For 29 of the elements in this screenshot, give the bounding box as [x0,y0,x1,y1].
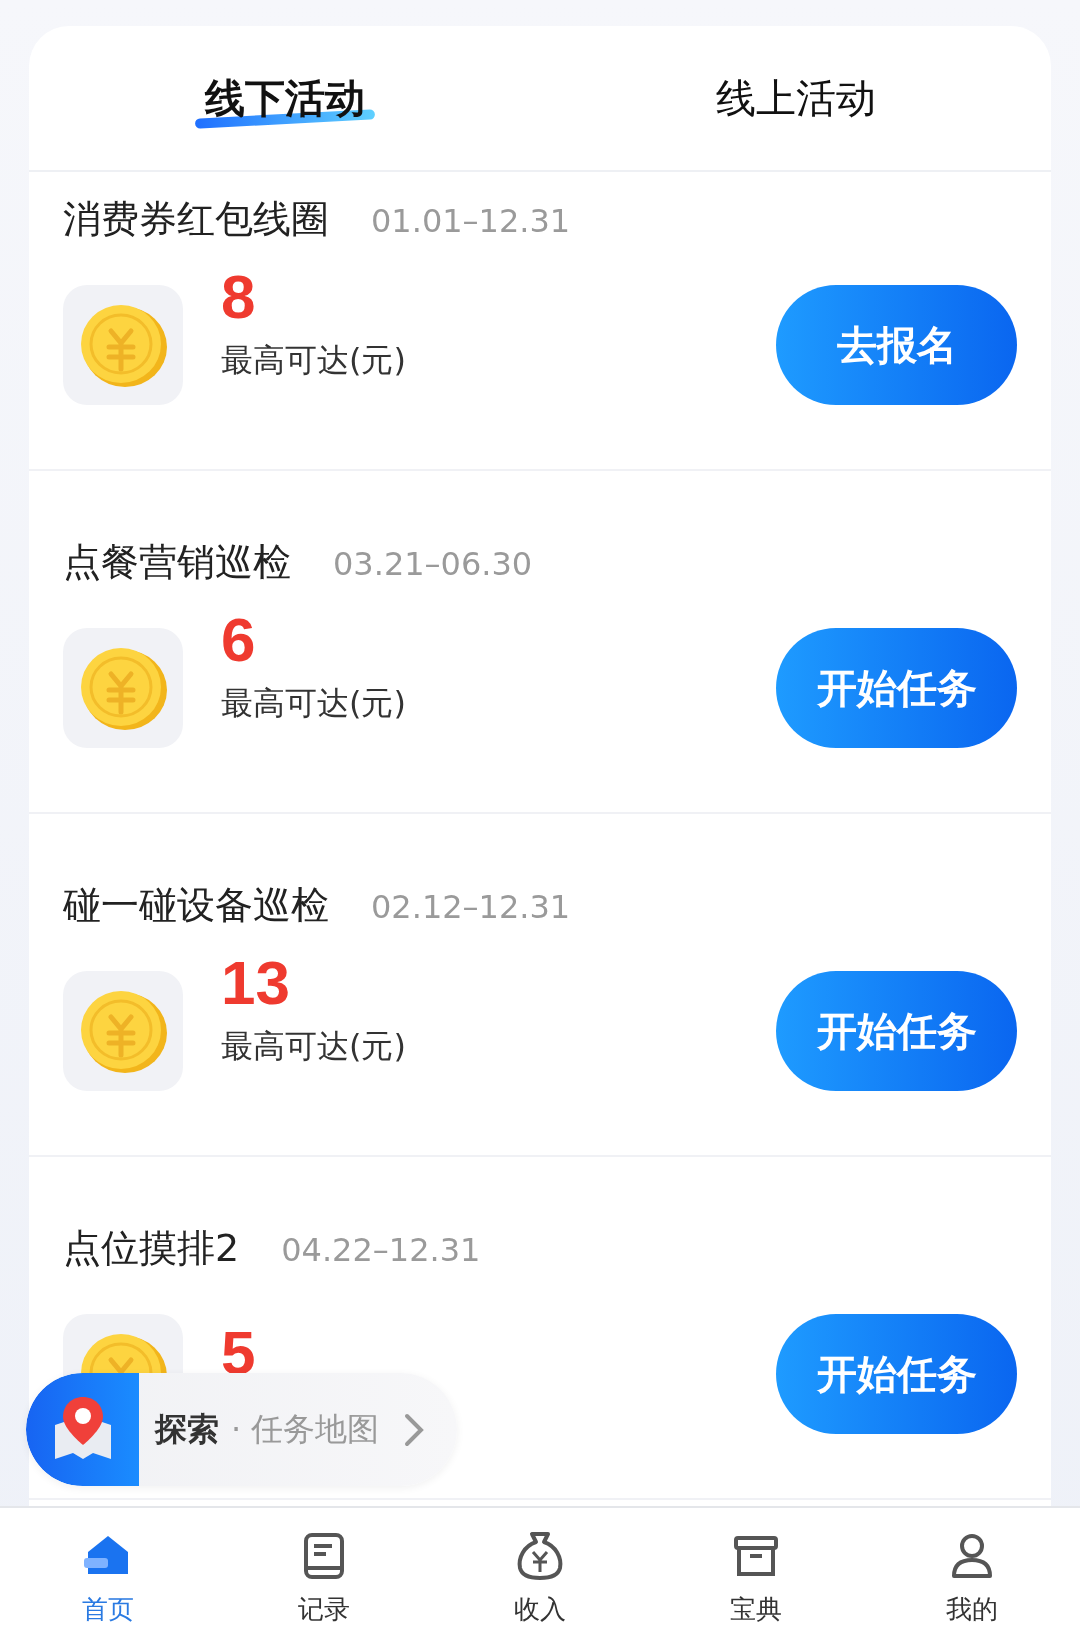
nav-item[interactable]: 首页 [0,1508,216,1648]
task-button[interactable]: 去报名 [776,285,1017,405]
reward-amount: 8 [221,273,257,321]
reward-amount: 13 [221,959,291,1007]
reward-amount: 6 [221,616,257,664]
activity-title: 点位摸排2 [63,1225,240,1272]
task-button[interactable]: 开始任务 [776,1314,1017,1434]
map-button-sublabel: · 任务地图 [231,1408,380,1450]
activity-title: 点餐营销巡检 [63,539,291,586]
task-map-button[interactable]: 探索 · 任务地图 [26,1373,457,1486]
reward-label: 最高可达(元) [221,340,407,381]
activity-dates: 04.22–12.31 [281,1231,481,1269]
reward-label: 最高可达(元) [221,1026,407,1067]
activity-title: 消费券红包线圈 [63,196,329,243]
chevron-right-icon [403,1411,426,1448]
tab[interactable]: 线下活动 [29,26,540,170]
activity-dates: 01.01–12.31 [371,202,571,240]
nav-item[interactable]: 宝典 [648,1508,864,1648]
activity-title: 碰一碰设备巡检 [63,882,329,929]
nav-item[interactable]: 我的 [864,1508,1080,1648]
task-button[interactable]: 开始任务 [776,628,1017,748]
map-button-label: 探索 [155,1408,219,1450]
nav-item[interactable]: 记录 [216,1508,432,1648]
activity-dates: 03.21–06.30 [333,545,533,583]
tab[interactable]: 线上活动 [540,26,1051,170]
task-button[interactable]: 开始任务 [776,971,1017,1091]
activity-dates: 02.12–12.31 [371,888,571,926]
nav-item[interactable]: 收入 [432,1508,648,1648]
reward-label: 最高可达(元) [221,683,407,724]
